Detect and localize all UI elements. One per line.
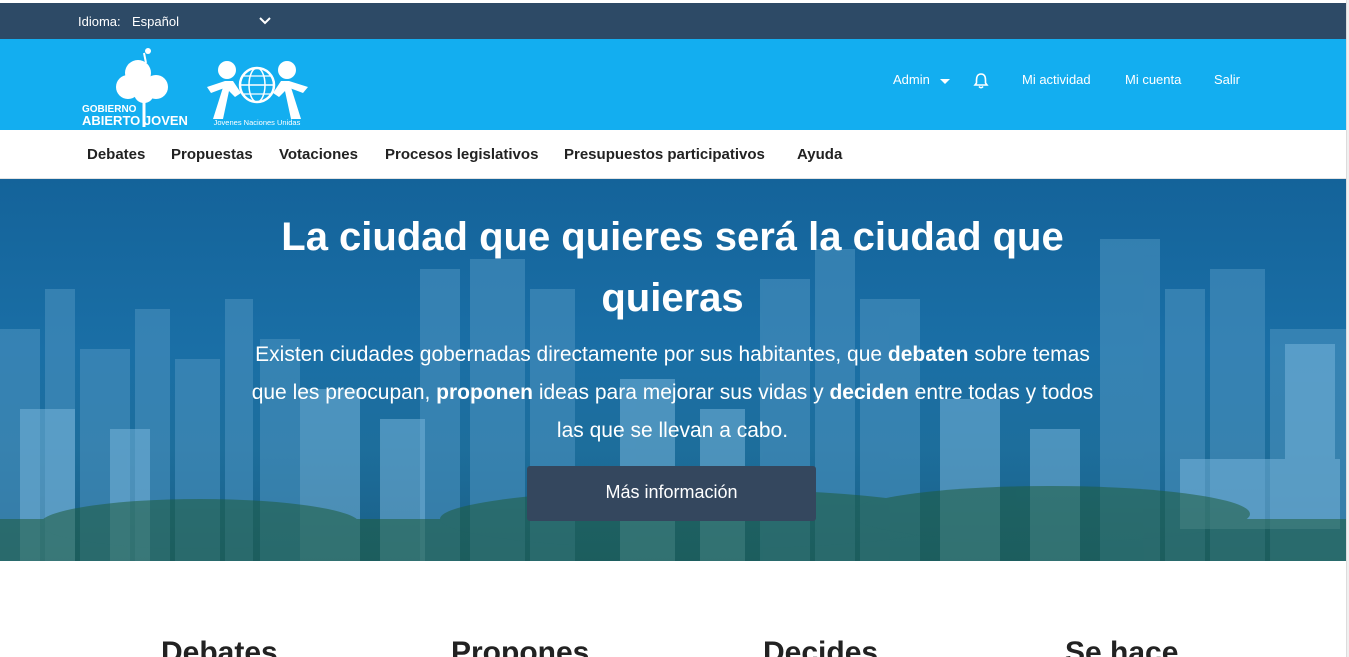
- caret-down-icon: [940, 78, 951, 84]
- logout-link[interactable]: Salir: [1214, 72, 1240, 87]
- my-activity-link[interactable]: Mi actividad: [1022, 72, 1091, 87]
- nav-procesos-legislativos[interactable]: Procesos legislativos: [385, 146, 538, 163]
- step-title-se-hace: Se hace: [1065, 636, 1179, 657]
- admin-menu[interactable]: Admin: [893, 72, 951, 87]
- logo2-caption: Jovenes Naciones Unidas: [214, 118, 301, 127]
- language-bar: Idioma: Español: [0, 3, 1346, 39]
- nav-ayuda[interactable]: Ayuda: [797, 146, 842, 163]
- admin-label: Admin: [893, 72, 930, 87]
- notifications-bell-icon[interactable]: [972, 72, 990, 90]
- more-info-button[interactable]: Más información: [527, 466, 816, 521]
- language-selected-value: Español: [132, 14, 179, 29]
- hero-text-part-3: ideas para mejorar sus vidas y: [533, 381, 830, 404]
- step-title-decides: Decides: [763, 636, 879, 657]
- nav-presupuestos-participativos[interactable]: Presupuestos participativos: [564, 146, 765, 163]
- process-steps: Debates Propones Decides Se hace: [0, 636, 1346, 657]
- jovenes-naciones-unidas-logo[interactable]: Jovenes Naciones Unidas: [205, 57, 310, 127]
- hero-bold-debaten: debaten: [887, 343, 969, 366]
- chevron-down-icon: [259, 17, 271, 25]
- nav-debates[interactable]: Debates: [87, 146, 145, 163]
- language-select[interactable]: Español: [128, 9, 276, 33]
- my-account-link[interactable]: Mi cuenta: [1125, 72, 1181, 87]
- step-title-propones: Propones: [451, 636, 590, 657]
- language-label: Idioma:: [78, 14, 121, 29]
- nav-votaciones[interactable]: Votaciones: [279, 146, 358, 163]
- hero-bold-proponen: proponen: [436, 381, 533, 404]
- main-navigation: Debates Propuestas Votaciones Procesos l…: [0, 130, 1346, 179]
- user-menu: Admin Mi actividad Mi cuenta Salir: [0, 72, 1346, 92]
- hero-text-part-1: Existen ciudades gobernadas directamente…: [255, 343, 888, 366]
- hero-banner: La ciudad que quieres será la ciudad que…: [0, 179, 1346, 561]
- nav-propuestas[interactable]: Propuestas: [171, 146, 253, 163]
- hero-bold-deciden: deciden: [829, 381, 909, 404]
- hero-description: Existen ciudades gobernadas directamente…: [240, 336, 1105, 450]
- brand-header: GOBIERNO ABIERTO JOVEN Jovenes Naciones …: [0, 39, 1346, 130]
- hero-title: La ciudad que quieres será la ciudad que…: [281, 215, 1064, 320]
- step-title-debates: Debates: [161, 636, 278, 657]
- logo-text-line2: ABIERTO JOVEN: [82, 113, 188, 127]
